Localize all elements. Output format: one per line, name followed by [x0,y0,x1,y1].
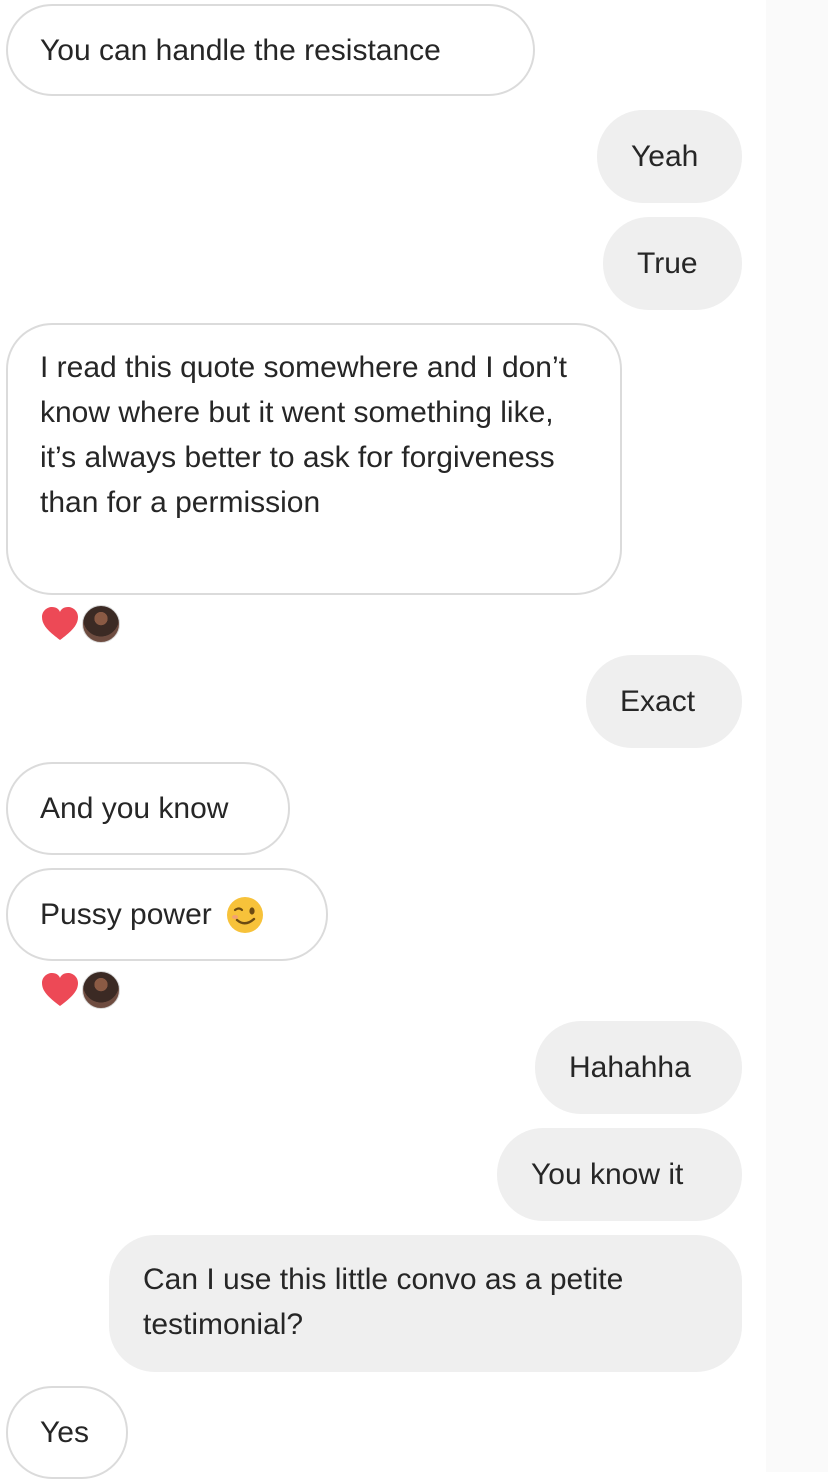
heart-icon [42,607,78,640]
message-text: Exact [620,685,696,718]
message-bubble-incoming[interactable]: And you know [6,762,290,855]
message-reactions[interactable] [40,970,120,1010]
message-text: You know it [531,1158,684,1191]
message-bubble-outgoing[interactable]: Hahahha [535,1021,742,1114]
side-panel-edge [766,0,828,1472]
message-text: Yes [40,1416,89,1449]
message-bubble-incoming[interactable]: Pussy power [6,868,328,961]
avatar[interactable] [82,971,120,1009]
message-text: And you know [40,792,229,825]
message-bubble-outgoing[interactable]: Can I use this little convo as a petite … [109,1235,742,1372]
avatar[interactable] [82,605,120,643]
message-text: I read this quote somewhere and I don’t … [40,351,567,519]
message-bubble-incoming[interactable]: I read this quote somewhere and I don’t … [6,323,622,595]
message-text: True [637,247,698,280]
winking-face-emoji [226,896,263,933]
message-bubble-outgoing[interactable]: True [603,217,742,310]
message-bubble-outgoing[interactable]: Yeah [597,110,742,203]
message-bubble-outgoing[interactable]: Exact [586,655,742,748]
message-text: You can handle the resistance [40,33,441,67]
message-text: Can I use this little convo as a petite … [143,1263,624,1341]
message-reactions[interactable] [40,604,120,644]
message-bubble-incoming[interactable]: You can handle the resistance [6,4,535,96]
message-bubble-incoming[interactable]: Yes [6,1386,128,1479]
message-text: Yeah [631,140,699,173]
message-text: Hahahha [569,1051,691,1084]
heart-icon [42,973,78,1006]
message-text: Pussy power [40,898,212,931]
message-bubble-outgoing[interactable]: You know it [497,1128,742,1221]
